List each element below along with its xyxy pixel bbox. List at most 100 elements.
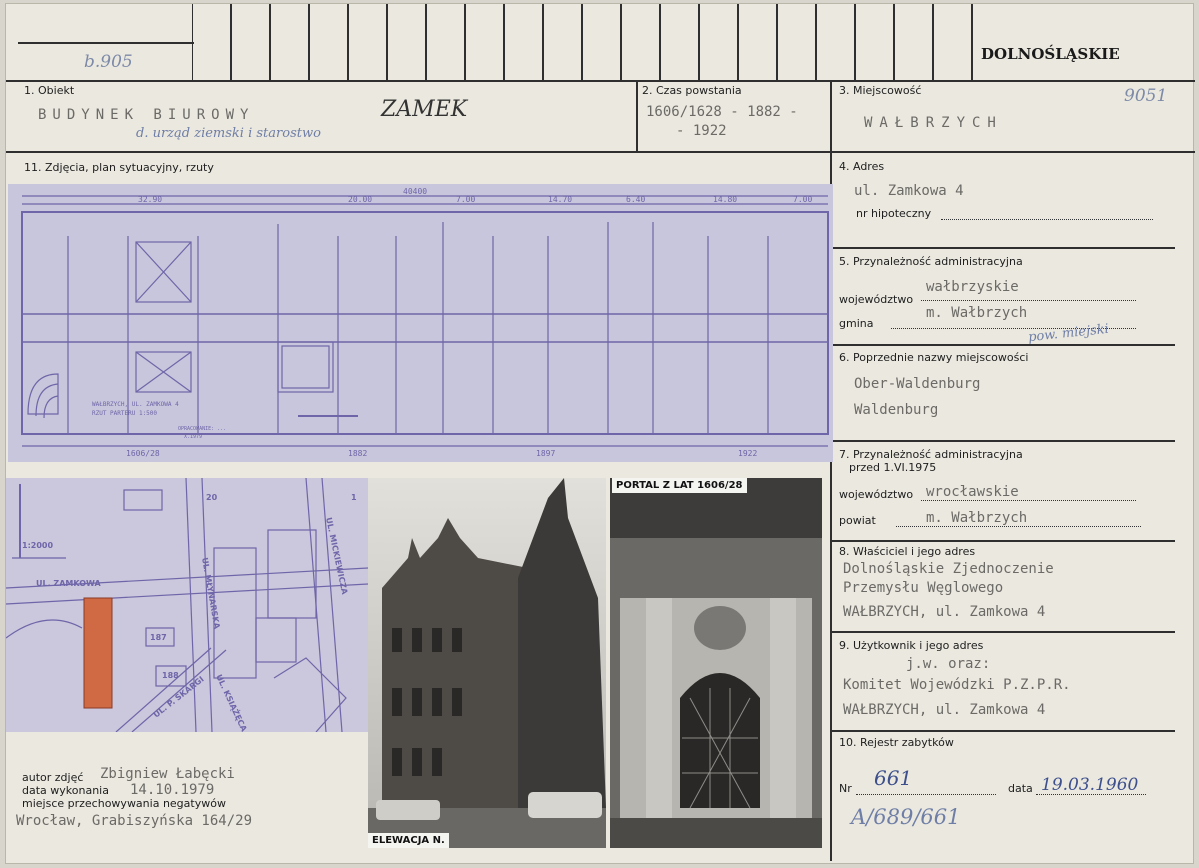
date-line-1: 1606/1628 - 1882 - (646, 104, 798, 120)
field-6-label: 6. Poprzednie nazwy miejscowości (839, 351, 1029, 364)
inventory-note: b.905 (84, 52, 133, 72)
f5-hand-note: pow. miejski (1027, 321, 1110, 346)
plan-dim-4: 14.70 (548, 195, 572, 204)
f5-gmina-label: gmina (839, 317, 874, 330)
owner-line-3: WAŁBRZYCH, ul. Zamkowa 4 (843, 604, 1046, 620)
mortgage-dots (941, 219, 1153, 220)
plan-total-dim: 40400 (403, 187, 427, 196)
f5-gmina-value: m. Wałbrzych (926, 305, 1028, 321)
map-scale: 1:2000 (22, 541, 53, 550)
plan-phase-3: 1897 (536, 449, 555, 458)
rule (830, 440, 1175, 442)
map-street-5: UL. P. SKARGI (152, 675, 206, 720)
site-map-svg: 1:2000 UL. ZAMKOWA UL. MŁYNARSKA UL. MIC… (6, 478, 368, 732)
plan-phase-4: 1922 (738, 449, 757, 458)
field-2-label: 2. Czas powstania (642, 84, 742, 97)
dots (896, 526, 1141, 527)
plan-dim-5: 6.40 (626, 195, 645, 204)
field-7-label: 7. Przynależność administracyjna (839, 448, 1023, 461)
author-value: Zbigniew Łabęcki (100, 766, 235, 782)
plan-dim-1: 32.90 (138, 195, 162, 204)
author-label: autor zdjęć (22, 771, 84, 784)
plan-caption-4: X.1979 (184, 434, 202, 440)
rule (830, 344, 1175, 346)
elevation-photo-svg (368, 478, 606, 848)
plan-dim-7: 7.00 (793, 195, 812, 204)
field-9-label: 9. Użytkownik i jego adres (839, 639, 984, 652)
rule (830, 730, 1175, 732)
register-nr-label: Nr (839, 782, 852, 795)
elevation-caption: ELEWACJA N. (368, 833, 449, 848)
plan-phase-1: 1606/28 (126, 449, 160, 458)
rule (830, 247, 1175, 249)
field-5-label: 5. Przynależność administracyjna (839, 255, 1023, 268)
plan-dim-2: 20.00 (348, 195, 372, 204)
portal-photo-svg (610, 478, 822, 848)
top-grid (191, 4, 1142, 80)
plan-dim-3: 7.00 (456, 195, 475, 204)
plan-phase-2: 1882 (348, 449, 367, 458)
f7-woj-label: województwo (839, 488, 914, 501)
storage-label: miejsce przechowywania negatywów (22, 797, 226, 810)
date-value: 14.10.1979 (130, 782, 215, 798)
top-right-note: 9051 (1124, 86, 1168, 106)
f5-woj-value: wałbrzyskie (926, 279, 1019, 295)
dots (1036, 794, 1146, 795)
highlighted-building (83, 597, 113, 709)
field-10-label: 10. Rejestr zabytków (839, 736, 954, 749)
rule (830, 80, 832, 152)
f7-woj-value: wrocławskie (926, 484, 1019, 500)
f7-powiat-label: powiat (839, 514, 876, 527)
map-street-4: UL. KSIĄŻĘCA (214, 673, 250, 732)
former-name-1: Ober-Waldenburg (854, 376, 981, 392)
place-value: WAŁBRZYCH (864, 115, 1003, 131)
owner-line-2: Przemysłu Węglowego (843, 580, 1004, 596)
f7-powiat-value: m. Wałbrzych (926, 510, 1028, 526)
date-line-2: - 1922 (676, 123, 727, 139)
dots (921, 300, 1136, 301)
portal-caption: PORTAL Z LAT 1606/28 (612, 478, 747, 493)
date-label: data wykonania (22, 784, 109, 797)
user-line-3: WAŁBRZYCH, ul. Zamkowa 4 (843, 702, 1046, 718)
dots (921, 500, 1136, 501)
rule (6, 80, 1195, 82)
f5-woj-label: województwo (839, 293, 914, 306)
object-hand: ZAMEK (381, 97, 468, 122)
top-grid-lines (191, 4, 973, 80)
rule (830, 631, 1175, 633)
user-line-1: j.w. oraz: (906, 656, 991, 672)
object-hand-note: d. urząd ziemski i starostwo (136, 126, 321, 141)
rule (636, 80, 638, 152)
map-plot-1: 187 (150, 633, 167, 642)
field-1-label: 1. Obiekt (24, 84, 75, 97)
record-card: DOLNOŚLĄSKIE b.905 9051 1. Obiekt BUDYNE… (5, 3, 1195, 864)
field-7-sub: przed 1.VI.1975 (849, 461, 937, 474)
map-plot-4: 1 (351, 493, 357, 502)
rule (6, 151, 1195, 153)
site-map: 1:2000 UL. ZAMKOWA UL. MŁYNARSKA UL. MIC… (6, 478, 368, 732)
register-nr-value: 661 (874, 766, 913, 790)
former-name-2: Waldenburg (854, 402, 939, 418)
owner-line-1: Dolnośląskie Zjednoczenie (843, 561, 1054, 577)
mortgage-label: nr hipoteczny (856, 207, 932, 220)
plan-dim-6: 14.80 (713, 195, 737, 204)
map-street-1: UL. ZAMKOWA (36, 579, 101, 588)
region-header: DOLNOŚLĄSKIE (981, 45, 1120, 63)
portal-photo: PORTAL Z LAT 1606/28 (610, 478, 822, 848)
rule (830, 540, 1175, 542)
storage-value: Wrocław, Grabiszyńska 164/29 (16, 813, 253, 829)
floor-plan-drawing: 40400 32.90 20.00 7.00 14.70 6.40 14.80 … (8, 184, 833, 462)
user-line-2: Komitet Wojewódzki P.Z.P.R. (843, 677, 1071, 693)
map-plot-3: 20 (206, 493, 218, 502)
register-hand-note: A/689/661 (851, 805, 961, 829)
map-plot-2: 188 (162, 671, 179, 680)
elevation-photo: ELEWACJA N. (368, 478, 606, 848)
plan-caption-2: RZUT PARTERU 1:500 (92, 410, 157, 417)
floor-plan-svg: 40400 32.90 20.00 7.00 14.70 6.40 14.80 … (21, 187, 829, 458)
field-4-label: 4. Adres (839, 160, 885, 173)
plan-caption-1: WAŁBRZYCH, UL. ZAMKOWA 4 (92, 401, 179, 408)
field-3-label: 3. Miejscowość (839, 84, 922, 97)
plan-caption-3: OPRACOWANIE: ... (178, 426, 226, 432)
register-date-label: data (1008, 782, 1033, 795)
field-8-label: 8. Właściciel i jego adres (839, 545, 976, 558)
